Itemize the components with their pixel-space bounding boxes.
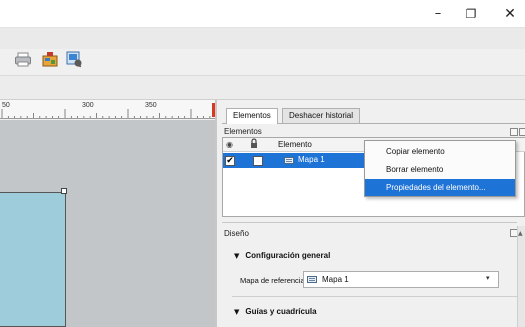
dock-close-button[interactable] bbox=[519, 128, 525, 136]
lock-column-icon bbox=[251, 138, 257, 148]
expand-arrow-icon: ▼ bbox=[234, 252, 240, 260]
ruler-label-50: 50 bbox=[2, 102, 10, 109]
design-scrollbar[interactable] bbox=[517, 226, 525, 327]
tab-elementos[interactable]: Elementos bbox=[226, 108, 278, 124]
design-dock-title: Diseño bbox=[224, 229, 249, 238]
row-label-mapa1: Mapa 1 bbox=[298, 155, 325, 164]
group-general-settings[interactable]: ▼ Configuración general bbox=[234, 251, 330, 260]
group-general-label: Configuración general bbox=[245, 251, 331, 260]
toolbar-separator-band bbox=[0, 75, 525, 100]
lock-checkbox[interactable] bbox=[253, 156, 263, 166]
menu-item-delete[interactable]: Borrar elemento bbox=[365, 161, 515, 178]
scroll-up-icon[interactable]: ▲ bbox=[518, 230, 523, 237]
menu-item-properties[interactable]: Propiedades del elemento... bbox=[365, 179, 515, 196]
print-icon[interactable] bbox=[14, 50, 32, 68]
section-divider bbox=[232, 296, 517, 297]
menu-band bbox=[0, 27, 525, 49]
export-image-icon[interactable] bbox=[41, 50, 59, 68]
reference-map-label: Mapa de referencia bbox=[240, 276, 305, 285]
resize-handle[interactable] bbox=[61, 188, 67, 194]
export-pdf-icon[interactable] bbox=[65, 50, 83, 68]
chevron-down-icon[interactable]: ▾ bbox=[486, 274, 490, 282]
map-item-icon bbox=[307, 276, 317, 283]
maximize-button[interactable]: ❐ bbox=[451, 0, 491, 27]
group-guides-label: Guías y cuadrícula bbox=[245, 307, 317, 316]
menu-item-copy[interactable]: Copiar elemento bbox=[365, 143, 515, 160]
tab-undo-history[interactable]: Deshacer historial bbox=[282, 108, 361, 123]
reference-map-value: Mapa 1 bbox=[322, 275, 349, 284]
expand-arrow-icon: ▼ bbox=[234, 308, 240, 316]
ruler-label-300: 300 bbox=[82, 102, 94, 109]
visibility-column-icon: ◉ bbox=[226, 140, 233, 149]
group-guides-grid[interactable]: ▼ Guías y cuadrícula bbox=[234, 307, 317, 316]
ruler-ticks bbox=[1, 109, 211, 118]
horizontal-ruler: 50 300 350 bbox=[0, 100, 216, 119]
map-item-frame[interactable] bbox=[0, 192, 66, 327]
ruler-label-350: 350 bbox=[145, 102, 157, 109]
dock-float-button[interactable] bbox=[510, 128, 518, 136]
visibility-checkbox[interactable]: ✔ bbox=[225, 156, 235, 166]
close-button[interactable]: ✕ bbox=[490, 0, 525, 27]
element-column-header[interactable]: Elemento bbox=[278, 140, 312, 149]
table-row-selected[interactable] bbox=[223, 153, 365, 168]
map-item-icon bbox=[284, 157, 294, 164]
items-dock-title: Elementos bbox=[224, 127, 262, 136]
